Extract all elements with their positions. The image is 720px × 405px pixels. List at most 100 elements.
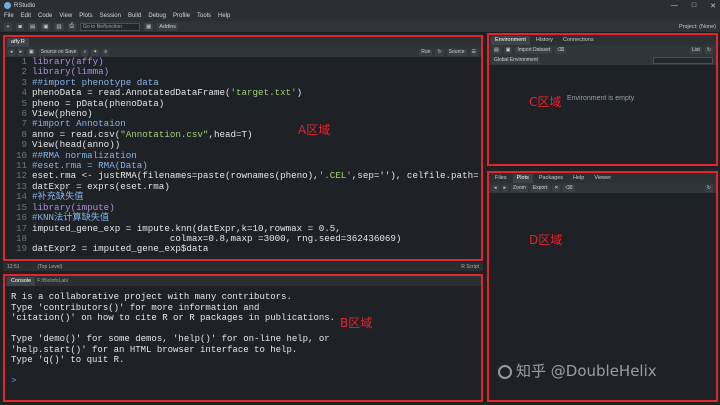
- run-button[interactable]: Run: [419, 48, 433, 56]
- environment-toolbar: ▤ ▣ Import Dataset ⌫ List ↻: [489, 45, 716, 55]
- tab-environment[interactable]: Environment: [491, 35, 530, 45]
- clear-plots-icon[interactable]: ⌫: [563, 184, 575, 192]
- forward-arrow-icon[interactable]: ▸: [501, 184, 509, 192]
- console-pane: Console F:/BioInfoLab/ R is a collaborat…: [3, 274, 483, 402]
- console-tab[interactable]: Console: [7, 276, 36, 286]
- print-icon[interactable]: ⎙: [67, 22, 77, 31]
- watermark-logo-icon: [498, 364, 512, 379]
- tab-packages[interactable]: Packages: [535, 174, 567, 183]
- cursor-position: 12:51: [7, 263, 20, 270]
- broom-icon[interactable]: ⌫: [555, 46, 567, 54]
- files-tabbar: Files Plots Packages Help Viewer: [489, 173, 716, 183]
- code-token: datExpr2 = imputed_gene_exp$data: [32, 243, 209, 255]
- close-button[interactable]: ✕: [710, 2, 716, 10]
- code-line[interactable]: 19 datExpr2 = imputed_gene_exp$data: [5, 243, 481, 255]
- line-number: 16: [15, 212, 27, 224]
- tab-connections[interactable]: Connections: [559, 36, 598, 45]
- source-on-save-checkbox[interactable]: Source on Save: [38, 48, 79, 56]
- editor-tab-affy[interactable]: affy.R: [7, 37, 29, 47]
- tab-files[interactable]: Files: [491, 174, 511, 183]
- wand-icon[interactable]: ✦: [91, 48, 100, 56]
- scope-indicator[interactable]: (Top Level): [38, 264, 63, 270]
- code-token: ,sep=''), celfile.path=: [351, 170, 479, 182]
- source-editor-pane: affy.R ◂ ▸ ▣ Source on Save ⌕ ✦ ≡ Run ↻ …: [3, 35, 483, 261]
- source-button[interactable]: Source: [446, 48, 467, 56]
- addins-button[interactable]: Addins: [157, 22, 179, 31]
- remove-plot-icon[interactable]: ✕: [552, 184, 561, 192]
- console-output[interactable]: R is a collaborative project with many c…: [5, 286, 481, 393]
- environment-search-input[interactable]: [653, 56, 713, 64]
- zoom-button[interactable]: Zoom: [511, 184, 528, 192]
- import-dataset-button[interactable]: Import Dataset: [515, 46, 553, 54]
- code-area[interactable]: 1 library(affy) 2 library(limma) 3 ##import p…: [5, 56, 481, 259]
- refresh-icon[interactable]: ↻: [704, 184, 713, 192]
- new-file-icon[interactable]: +: [4, 22, 12, 31]
- editor-tabbar: affy.R: [5, 37, 481, 47]
- console-tabbar: Console F:/BioInfoLab/: [5, 276, 481, 286]
- open-workspace-icon[interactable]: ▤: [492, 46, 501, 54]
- menu-edit[interactable]: Edit: [21, 13, 31, 19]
- file-type-indicator[interactable]: R Script: [461, 264, 479, 270]
- console-line: 'citation()' on how to cite R or R packa…: [11, 313, 336, 323]
- project-menu[interactable]: Project: (None): [679, 24, 716, 30]
- menu-profile[interactable]: Profile: [173, 13, 190, 19]
- list-view-dropdown[interactable]: List: [690, 46, 702, 54]
- menu-plots[interactable]: Plots: [79, 13, 92, 19]
- region-label-a: A区域: [298, 123, 331, 137]
- tab-help[interactable]: Help: [569, 174, 588, 183]
- environment-empty-message: Environment is empty: [567, 95, 635, 102]
- search-icon[interactable]: ⌕: [81, 48, 89, 56]
- environment-tabbar: Environment History Connections: [489, 35, 716, 45]
- rerun-icon[interactable]: ↻: [435, 48, 444, 56]
- goto-file-input[interactable]: Go to file/function: [80, 22, 141, 31]
- open-file-icon[interactable]: ▤: [28, 22, 38, 31]
- refresh-icon[interactable]: ↻: [704, 46, 713, 54]
- region-label-b: B区域: [340, 316, 373, 330]
- code-token: ): [296, 87, 303, 99]
- editor-statusbar: 12:51 (Top Level) R Script: [3, 262, 483, 271]
- menu-view[interactable]: View: [59, 13, 72, 19]
- forward-arrow-icon[interactable]: ▸: [17, 48, 25, 56]
- back-arrow-icon[interactable]: ◂: [492, 184, 499, 192]
- menu-session[interactable]: Session: [100, 13, 121, 19]
- doc-outline-icon[interactable]: ☰: [469, 48, 478, 56]
- save-icon[interactable]: ▣: [41, 22, 51, 31]
- plots-toolbar: ◂ ▸ Zoom Export ✕ ⌫ ↻: [489, 183, 716, 193]
- line-number: 6: [21, 108, 27, 120]
- console-line: Type 'q()' to quit R.: [11, 355, 125, 365]
- rstudio-logo-icon: [4, 2, 11, 9]
- maximize-button[interactable]: □: [692, 2, 696, 10]
- save-source-icon[interactable]: ▣: [27, 48, 36, 56]
- line-number: 4: [21, 87, 27, 99]
- open-project-icon[interactable]: ◙: [16, 22, 24, 31]
- tab-plots[interactable]: Plots: [512, 173, 533, 183]
- tab-history[interactable]: History: [532, 36, 557, 45]
- title-bar: RStudio — □ ✕: [0, 0, 720, 11]
- console-line: 'help.start()' for an HTML browser inter…: [11, 344, 298, 355]
- save-workspace-icon[interactable]: ▣: [503, 46, 513, 54]
- menu-build[interactable]: Build: [128, 13, 141, 19]
- tab-viewer[interactable]: Viewer: [590, 174, 615, 183]
- line-number: 1: [21, 56, 27, 67]
- window-title: RStudio: [14, 2, 36, 9]
- grid-icon[interactable]: ▦: [144, 22, 154, 31]
- environment-scope-bar: Global Environment: [489, 55, 716, 65]
- outline-icon[interactable]: ≡: [102, 48, 110, 56]
- console-line: R is a collaborative project with many c…: [11, 292, 292, 302]
- back-arrow-icon[interactable]: ◂: [8, 48, 15, 56]
- code-line[interactable]: 16 #KNN法计算缺失值: [5, 212, 481, 224]
- save-all-icon[interactable]: ▥: [54, 22, 64, 31]
- menu-bar: File Edit Code View Plots Session Build …: [0, 11, 720, 21]
- menu-tools[interactable]: Tools: [197, 13, 211, 19]
- main-toolbar: + ◙ ▤ ▣ ▥ ⎙ Go to file/function ▦ Addins…: [0, 21, 720, 33]
- global-environment-dropdown[interactable]: Global Environment: [492, 56, 540, 64]
- menu-debug[interactable]: Debug: [148, 13, 166, 19]
- export-button[interactable]: Export: [530, 184, 550, 192]
- menu-file[interactable]: File: [4, 13, 14, 19]
- minimize-button[interactable]: —: [671, 2, 678, 10]
- menu-help[interactable]: Help: [218, 13, 230, 19]
- console-line: Type 'demo()' for some demos, 'help()' f…: [11, 334, 330, 344]
- menu-code[interactable]: Code: [38, 13, 52, 19]
- console-prompt: >: [11, 376, 17, 386]
